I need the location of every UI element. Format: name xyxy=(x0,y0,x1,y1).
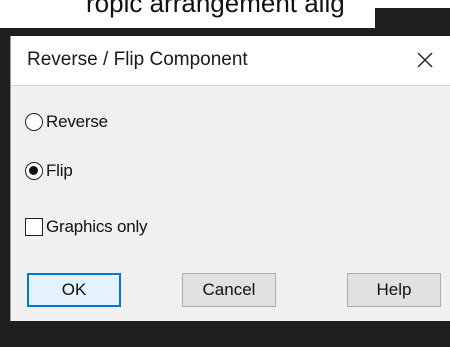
close-button[interactable] xyxy=(405,40,445,80)
reverse-radio-button[interactable] xyxy=(25,113,43,131)
graphics-only-label: Graphics only xyxy=(46,217,148,236)
ok-button[interactable]: OK xyxy=(27,273,121,307)
graphics-only-option[interactable]: Graphics only xyxy=(25,217,148,237)
flip-radio-option[interactable]: Flip xyxy=(25,161,73,181)
background-window-strip: ropic arrangement alig xyxy=(0,0,450,28)
flip-radio-label: Flip xyxy=(46,161,73,180)
flip-radio-button[interactable] xyxy=(25,162,43,180)
close-x-icon xyxy=(417,52,433,68)
cancel-button[interactable]: Cancel xyxy=(182,273,276,307)
reverse-flip-dialog: Reverse / Flip Component Reverse Flip Gr… xyxy=(10,36,450,321)
reverse-radio-option[interactable]: Reverse xyxy=(25,112,108,132)
dialog-title: Reverse / Flip Component xyxy=(27,49,248,70)
background-dark-region xyxy=(375,8,450,28)
reverse-radio-label: Reverse xyxy=(46,112,108,131)
help-button[interactable]: Help xyxy=(347,273,441,307)
dialog-titlebar: Reverse / Flip Component xyxy=(11,36,450,86)
background-clipped-text: ropic arrangement alig xyxy=(86,0,345,18)
graphics-only-checkbox[interactable] xyxy=(25,218,43,236)
